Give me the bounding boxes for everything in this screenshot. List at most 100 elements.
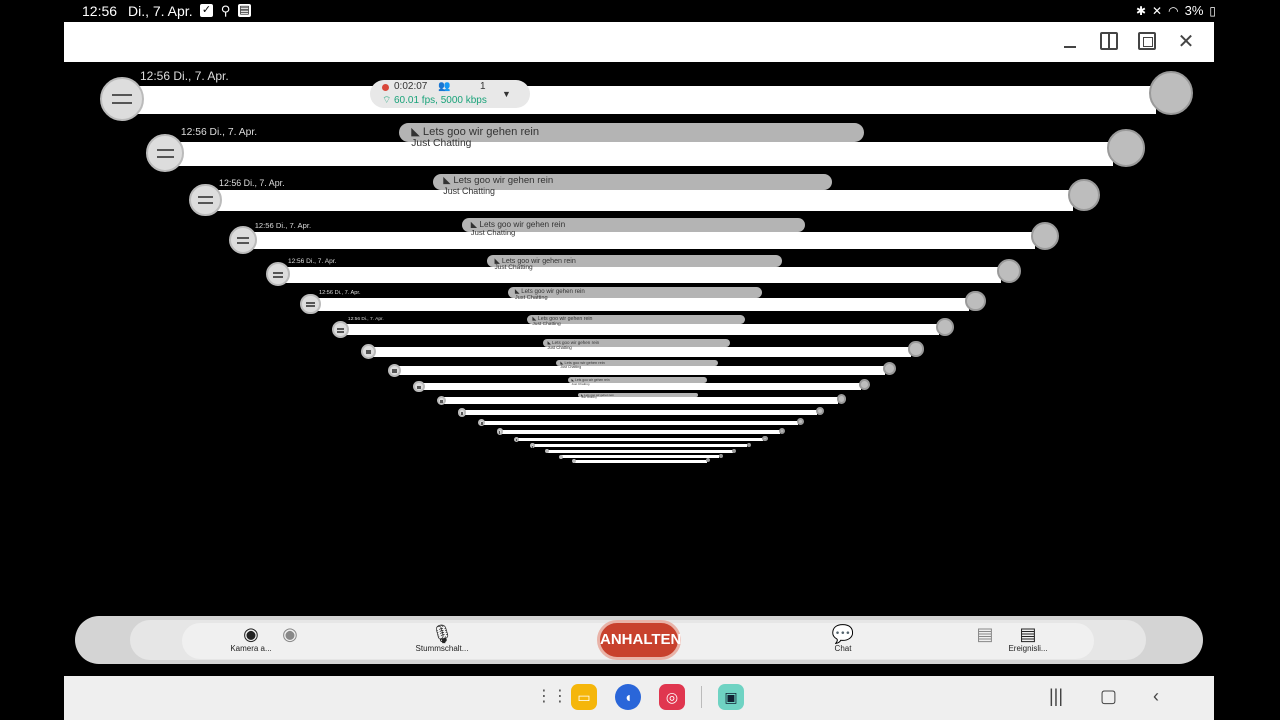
- recents-icon[interactable]: |||: [1049, 686, 1063, 707]
- chat-icon: 💬: [831, 624, 855, 644]
- mirror-status-time: 12:56 Di., 7. Apr.: [180, 127, 258, 139]
- notification-icons: ✓ ⚲ ▤: [200, 4, 251, 17]
- camera-icon: ◉: [243, 624, 259, 644]
- minimize-icon[interactable]: [1060, 32, 1080, 52]
- menu-icon: [478, 419, 486, 427]
- stream-category: Just Chatting: [494, 264, 533, 272]
- window-mode-icon: [718, 454, 723, 458]
- home-icon[interactable]: ▢: [1100, 686, 1117, 707]
- menu-icon[interactable]: [99, 77, 144, 122]
- window-controls: ✕: [1060, 32, 1196, 52]
- mirror-status-time: 12:56 Di., 7. Apr.: [287, 257, 337, 265]
- stream-category: Just Chatting: [547, 345, 572, 351]
- events-button[interactable]: ▤ Ereignisli...: [1002, 624, 1054, 653]
- mirror-window-bar: [244, 231, 1036, 250]
- menu-icon: [514, 436, 520, 442]
- split-screen-icon[interactable]: [1100, 32, 1118, 50]
- menu-icon: [530, 443, 535, 449]
- window-mode-icon: [816, 406, 825, 416]
- close-icon[interactable]: ✕: [1176, 32, 1196, 52]
- camera-app-icon[interactable]: ◎: [659, 684, 685, 710]
- menu-icon: [189, 183, 222, 217]
- window-mode-icon: [706, 458, 711, 463]
- stream-title: ◣ Lets goo wir gehen rein: [443, 175, 554, 187]
- stream-category: Just Chatting: [560, 364, 582, 369]
- microphone-icon: 🎙: [430, 624, 454, 644]
- files-icon[interactable]: ▭: [571, 684, 597, 710]
- menu-icon: [436, 395, 447, 406]
- stream-category: Just Chatting: [470, 228, 516, 238]
- stream-category: Just Chatting: [514, 295, 548, 302]
- status-date: Di., 7. Apr.: [128, 3, 193, 19]
- mirror-window-bar: [279, 267, 1001, 283]
- menu-icon: [229, 225, 258, 254]
- mute-icon: ✕: [1152, 3, 1163, 18]
- window-mode-icon: [935, 317, 954, 336]
- mirror-window-bar: [369, 346, 911, 357]
- mirror-window-bar: [573, 459, 707, 463]
- camera-button[interactable]: ◉ Kamera a...: [226, 624, 276, 653]
- mirror-window-bar: [419, 383, 861, 391]
- menu-icon: [388, 363, 402, 377]
- window-mode-icon: [1031, 221, 1060, 250]
- mirror-window-bar: [311, 297, 969, 311]
- battery-icon: ▯: [1209, 3, 1216, 18]
- stop-stream-button[interactable]: ANHALTEN: [597, 620, 681, 660]
- stream-stats: 60.01 fps, 5000 kbps: [394, 95, 487, 106]
- messages-icon[interactable]: ◖: [615, 684, 641, 710]
- system-indicators: ✱ ✕ ◠ 3% ▯: [1136, 3, 1216, 18]
- battery-level: 3%: [1184, 3, 1204, 18]
- wifi-small-icon: ⌔: [382, 95, 392, 106]
- back-icon[interactable]: ‹: [1153, 686, 1159, 707]
- chat-label: Chat: [834, 644, 852, 653]
- menu-icon: [300, 293, 321, 315]
- mirror-window-bar: [482, 420, 798, 426]
- mirror-status-time: 12:56 Di., 7. Apr.: [254, 220, 312, 230]
- menu-icon: [146, 134, 185, 173]
- menu-icon: [413, 380, 425, 393]
- bluetooth-icon: ✱: [1135, 3, 1147, 18]
- mirror-window-bar: [167, 142, 1113, 167]
- mirror-status-time: 12:56 Di., 7. Apr.: [318, 289, 361, 296]
- viewers-icon: 👥: [438, 81, 451, 92]
- check-icon: ✓: [200, 4, 213, 17]
- menu-icon: [331, 320, 350, 339]
- maximize-icon[interactable]: [1138, 32, 1156, 50]
- window-mode-icon: [732, 448, 737, 453]
- viewer-count: 1: [480, 81, 486, 92]
- taskbar-divider: [701, 686, 702, 708]
- status-time: 12:56: [82, 3, 118, 19]
- mirror-window-bar: [547, 450, 733, 454]
- window-mode-icon: [858, 379, 871, 391]
- mirror-window-bar: [500, 429, 780, 434]
- streaming-app-icon[interactable]: ▣: [718, 684, 744, 710]
- mute-button[interactable]: 🎙 Stummschalt...: [412, 624, 472, 653]
- apps-grid-icon[interactable]: ⋮⋮: [536, 684, 568, 710]
- mirror-window-bar: [207, 190, 1073, 211]
- stream-title: ◣ Lets goo wir gehen rein: [411, 125, 540, 138]
- menu-icon: [571, 458, 576, 463]
- camera-mirror-icon: ◉: [282, 624, 298, 644]
- window-mode-icon: [746, 442, 752, 448]
- status-bar: 12:56 Di., 7. Apr. ✓ ⚲ ▤ ✱ ✕ ◠ 3% ▯: [0, 0, 1280, 22]
- window-mode-icon: [778, 427, 786, 434]
- camera-label: Kamera a...: [230, 644, 272, 653]
- menu-icon: [360, 343, 377, 360]
- wifi-icon: ◠: [1168, 3, 1179, 18]
- stream-duration: 0:02:07: [394, 81, 428, 92]
- stream-category: Just Chatting: [571, 381, 590, 386]
- stream-category: Just Chatting: [532, 322, 561, 328]
- mute-label: Stummschalt...: [415, 644, 469, 653]
- window-mode-icon: [1067, 178, 1101, 212]
- mirror-window-bar: [341, 324, 939, 336]
- stream-category: Just Chatting: [411, 137, 472, 149]
- stream-category: Just Chatting: [443, 186, 495, 197]
- chat-button[interactable]: 💬 Chat: [826, 624, 860, 653]
- chevron-down-icon[interactable]: ▼: [502, 89, 511, 99]
- mirror-window-bar: [124, 86, 1156, 114]
- event-list-mirror-icon: ▤: [976, 624, 994, 644]
- window-title-bar[interactable]: ✕: [64, 22, 1214, 62]
- stream-stats-pill[interactable]: 0:02:07 👥 1 ⌔ 60.01 fps, 5000 kbps ▼: [370, 80, 530, 108]
- mirror-window-bar: [441, 397, 839, 404]
- window-mode-icon[interactable]: [1149, 70, 1194, 115]
